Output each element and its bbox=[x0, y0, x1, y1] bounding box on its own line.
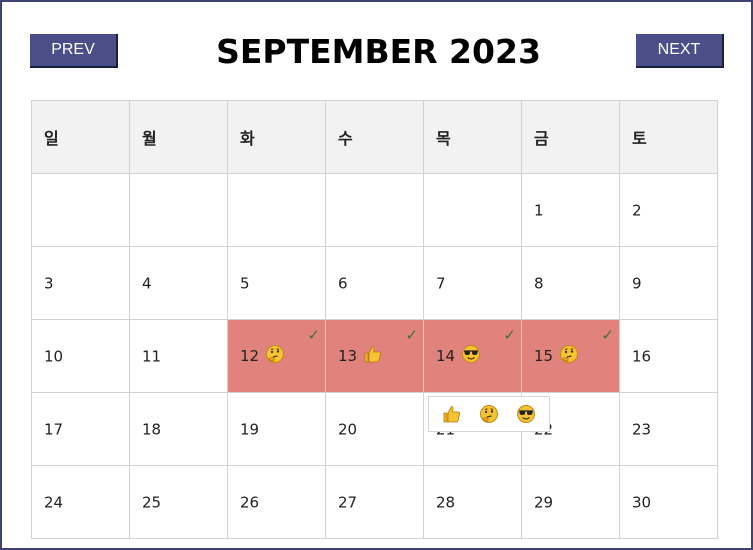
weekday-header-row: 일월화수목금토 bbox=[31, 100, 718, 174]
prev-button[interactable]: PREV bbox=[30, 34, 118, 68]
day-cell-empty bbox=[325, 173, 424, 247]
day-cell-20[interactable]: 20 bbox=[325, 392, 424, 466]
day-cell-7[interactable]: 7 bbox=[423, 246, 522, 320]
day-cell-empty bbox=[227, 173, 326, 247]
day-cell-23[interactable]: 23 bbox=[619, 392, 718, 466]
week-row: 24 25 26 27 28 29 30 bbox=[31, 465, 718, 539]
day-number: 25 bbox=[142, 493, 162, 512]
day-cell-30[interactable]: 30 bbox=[619, 465, 718, 539]
week-row: 3 4 5 6 7 8 9 bbox=[31, 246, 718, 320]
day-cell-24[interactable]: 24 bbox=[31, 465, 130, 539]
day-number: 13 bbox=[338, 347, 358, 365]
day-cell-3[interactable]: 3 bbox=[31, 246, 130, 320]
calendar-body: 123456789101112✓13✓14✓15✓161718192021222… bbox=[31, 173, 718, 539]
emoji-picker bbox=[428, 396, 550, 432]
sunglasses-face-icon bbox=[461, 344, 481, 368]
day-cell-10[interactable]: 10 bbox=[31, 319, 130, 393]
thinking-face-icon[interactable] bbox=[479, 404, 499, 424]
day-cell-17[interactable]: 17 bbox=[31, 392, 130, 466]
sunglasses-face-icon[interactable] bbox=[516, 404, 536, 424]
day-cell-1[interactable]: 1 bbox=[521, 173, 620, 247]
day-cell-29[interactable]: 29 bbox=[521, 465, 620, 539]
weekday-header: 화 bbox=[227, 100, 326, 174]
day-cell-19[interactable]: 19 bbox=[227, 392, 326, 466]
day-number: 28 bbox=[436, 493, 456, 512]
day-cell-8[interactable]: 8 bbox=[521, 246, 620, 320]
day-number: 6 bbox=[338, 274, 348, 293]
day-number: 16 bbox=[632, 347, 652, 366]
day-cell-15[interactable]: 15 ✓ bbox=[521, 319, 620, 393]
day-number: 20 bbox=[338, 420, 358, 439]
day-cell-empty bbox=[129, 173, 228, 247]
day-number: 4 bbox=[142, 274, 152, 293]
day-cell-11[interactable]: 11 bbox=[129, 319, 228, 393]
day-number: 10 bbox=[44, 347, 64, 366]
check-icon: ✓ bbox=[307, 326, 320, 344]
day-cell-6[interactable]: 6 bbox=[325, 246, 424, 320]
day-number: 14 bbox=[436, 347, 456, 365]
week-row: 12 bbox=[31, 173, 718, 247]
thumbs-up-icon[interactable] bbox=[442, 404, 462, 424]
day-cell-28[interactable]: 28 bbox=[423, 465, 522, 539]
day-cell-26[interactable]: 26 bbox=[227, 465, 326, 539]
day-cell-13[interactable]: 13 ✓ bbox=[325, 319, 424, 393]
day-number: 26 bbox=[240, 493, 260, 512]
day-number: 9 bbox=[632, 274, 642, 293]
day-cell-5[interactable]: 5 bbox=[227, 246, 326, 320]
day-cell-14[interactable]: 14 ✓ bbox=[423, 319, 522, 393]
thumbs-up-icon bbox=[363, 344, 383, 368]
day-number: 5 bbox=[240, 274, 250, 293]
day-cell-2[interactable]: 2 bbox=[619, 173, 718, 247]
weekday-header: 토 bbox=[619, 100, 718, 174]
day-cell-empty bbox=[31, 173, 130, 247]
weekday-header: 목 bbox=[423, 100, 522, 174]
day-cell-25[interactable]: 25 bbox=[129, 465, 228, 539]
day-cell-9[interactable]: 9 bbox=[619, 246, 718, 320]
week-row: 10 11 12 ✓ 13 ✓ 14 ✓ 15 ✓ 16 bbox=[31, 319, 718, 393]
day-number: 23 bbox=[632, 420, 652, 439]
day-cell-4[interactable]: 4 bbox=[129, 246, 228, 320]
month-title: SEPTEMBER 2023 bbox=[216, 32, 541, 71]
day-cell-27[interactable]: 27 bbox=[325, 465, 424, 539]
weekday-header: 일 bbox=[31, 100, 130, 174]
day-number: 30 bbox=[632, 493, 652, 512]
day-number: 11 bbox=[142, 347, 162, 366]
day-number: 8 bbox=[534, 274, 544, 293]
thinking-face-icon bbox=[265, 344, 285, 368]
day-cell-12[interactable]: 12 ✓ bbox=[227, 319, 326, 393]
calendar-window: PREV SEPTEMBER 2023 NEXT 일월화수목금토 1234567… bbox=[0, 0, 753, 550]
thinking-face-icon bbox=[559, 344, 579, 368]
day-number: 3 bbox=[44, 274, 54, 293]
day-number: 7 bbox=[436, 274, 446, 293]
next-button[interactable]: NEXT bbox=[636, 34, 724, 68]
weekday-header: 수 bbox=[325, 100, 424, 174]
weekday-header: 월 bbox=[129, 100, 228, 174]
day-number: 12 bbox=[240, 347, 260, 365]
day-cell-18[interactable]: 18 bbox=[129, 392, 228, 466]
calendar-grid: 일월화수목금토 1 2 3 4 5 6 7 8 9 10 11 12 ✓ 13 ✓ 14 ✓ 15 ✓ 16 17 18 1… bbox=[31, 100, 718, 539]
day-number: 24 bbox=[44, 493, 64, 512]
week-row: 17181920212223 bbox=[31, 392, 718, 466]
day-number: 29 bbox=[534, 493, 554, 512]
day-number: 17 bbox=[44, 420, 64, 439]
day-number: 18 bbox=[142, 420, 162, 439]
day-number: 2 bbox=[632, 201, 642, 220]
day-cell-16[interactable]: 16 bbox=[619, 319, 718, 393]
weekday-header: 금 bbox=[521, 100, 620, 174]
day-number: 1 bbox=[534, 201, 544, 220]
day-cell-empty bbox=[423, 173, 522, 247]
check-icon: ✓ bbox=[601, 326, 614, 344]
check-icon: ✓ bbox=[405, 326, 418, 344]
day-number: 27 bbox=[338, 493, 358, 512]
day-number: 19 bbox=[240, 420, 260, 439]
day-number: 15 bbox=[534, 347, 554, 365]
check-icon: ✓ bbox=[503, 326, 516, 344]
